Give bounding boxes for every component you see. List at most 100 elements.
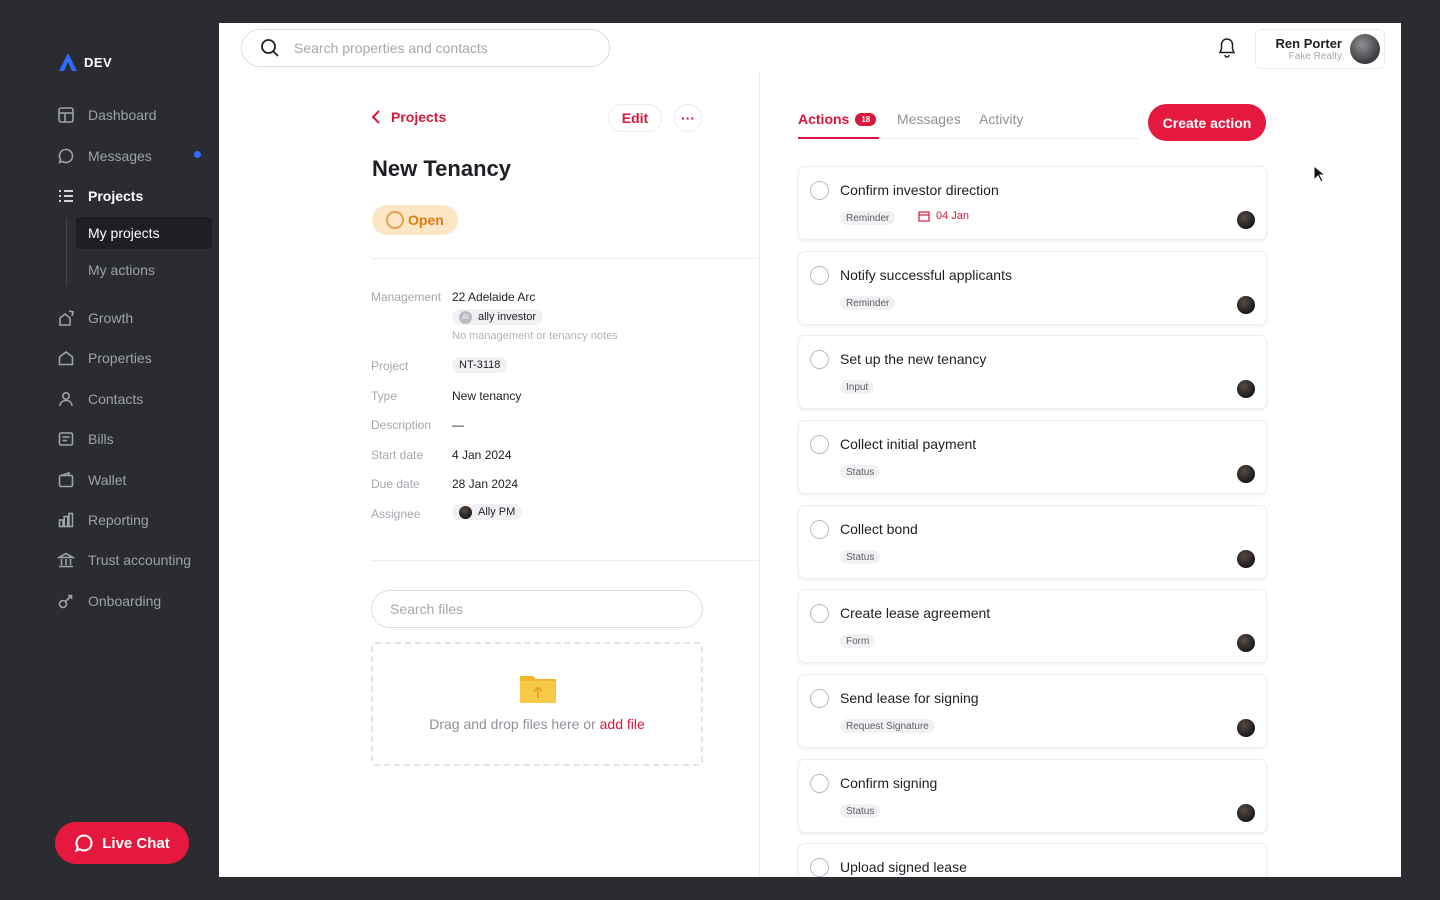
complete-checkbox[interactable] bbox=[810, 774, 829, 793]
action-card[interactable]: Collect bond Status bbox=[798, 505, 1267, 579]
sidebar-item-label: Onboarding bbox=[88, 593, 162, 609]
add-file-link[interactable]: add file bbox=[600, 716, 645, 732]
bar-chart-icon bbox=[56, 510, 76, 530]
complete-checkbox[interactable] bbox=[810, 350, 829, 369]
field-label-project: Project bbox=[371, 359, 409, 373]
assignee-chip[interactable]: Ally PM bbox=[452, 504, 523, 520]
field-label-description: Description bbox=[371, 418, 432, 432]
complete-checkbox[interactable] bbox=[810, 435, 829, 454]
action-type-tag: Status bbox=[840, 804, 881, 818]
field-label-start-date: Start date bbox=[371, 448, 424, 462]
investor-chip[interactable]: AI ally investor bbox=[452, 309, 544, 325]
avatar bbox=[1237, 211, 1255, 229]
sidebar-item-wallet[interactable]: Wallet bbox=[56, 466, 126, 494]
sidebar-item-onboarding[interactable]: Onboarding bbox=[56, 587, 161, 615]
avatar bbox=[1237, 634, 1255, 652]
user-name: Ren Porter bbox=[1275, 36, 1342, 51]
action-card[interactable]: Create lease agreement Form bbox=[798, 589, 1267, 663]
sidebar-item-contacts[interactable]: Contacts bbox=[56, 385, 143, 413]
growth-icon bbox=[56, 308, 76, 328]
action-title: Set up the new tenancy bbox=[840, 351, 987, 367]
sidebar-item-reporting[interactable]: Reporting bbox=[56, 506, 149, 534]
sidebar-item-label: Growth bbox=[88, 310, 134, 326]
back-to-projects-link[interactable]: Projects bbox=[371, 109, 446, 125]
sidebar-item-label: Wallet bbox=[88, 472, 127, 488]
action-type-tag: Request Signature bbox=[840, 719, 935, 733]
field-label-assignee: Assignee bbox=[371, 507, 421, 521]
action-title: Notify successful applicants bbox=[840, 267, 1012, 283]
user-menu[interactable]: Ren Porter Fake Realty bbox=[1254, 29, 1385, 69]
status-badge[interactable]: Open bbox=[372, 205, 458, 235]
create-action-button[interactable]: Create action bbox=[1148, 104, 1266, 141]
sidebar-item-label: Dashboard bbox=[88, 107, 157, 123]
complete-checkbox[interactable] bbox=[810, 181, 829, 200]
complete-checkbox[interactable] bbox=[810, 520, 829, 539]
dropzone-text: Drag and drop files here or add file bbox=[373, 716, 701, 732]
complete-checkbox[interactable] bbox=[810, 858, 829, 877]
field-value-type: New tenancy bbox=[452, 389, 522, 403]
field-value-management[interactable]: 22 Adelaide Arc bbox=[452, 290, 535, 304]
file-dropzone[interactable]: Drag and drop files here or add file bbox=[371, 642, 703, 766]
edit-button[interactable]: Edit bbox=[608, 104, 662, 132]
user-org: Fake Realty bbox=[1288, 51, 1342, 62]
onboarding-icon bbox=[56, 591, 76, 611]
field-value-due-date: 28 Jan 2024 bbox=[452, 477, 519, 491]
sidebar-item-label: Projects bbox=[88, 188, 144, 204]
action-card[interactable]: Send lease for signing Request Signature bbox=[798, 674, 1267, 748]
sidebar: DEV Dashboard Messages Projects My proje… bbox=[0, 0, 219, 900]
sidebar-item-trust-accounting[interactable]: Trust accounting bbox=[56, 546, 191, 574]
sidebar-subitem-my-actions[interactable]: My actions bbox=[76, 254, 212, 286]
logo[interactable]: DEV bbox=[58, 52, 112, 72]
subnav-line bbox=[66, 218, 67, 286]
search-input[interactable]: Search properties and contacts bbox=[241, 29, 610, 67]
search-icon bbox=[261, 39, 279, 57]
sidebar-item-properties[interactable]: Properties bbox=[56, 344, 152, 372]
sidebar-item-label: Trust accounting bbox=[88, 552, 191, 568]
file-search-input[interactable]: Search files bbox=[371, 590, 703, 628]
tab-messages[interactable]: Messages bbox=[897, 111, 961, 127]
avatar bbox=[1237, 550, 1255, 568]
person-icon bbox=[56, 389, 76, 409]
logo-text: DEV bbox=[84, 54, 113, 70]
notification-bell-icon[interactable] bbox=[1217, 37, 1237, 64]
sidebar-item-bills[interactable]: Bills bbox=[56, 425, 114, 453]
complete-checkbox[interactable] bbox=[810, 266, 829, 285]
folder-upload-icon bbox=[520, 676, 556, 703]
bank-icon bbox=[56, 550, 76, 570]
action-title: Upload signed lease bbox=[840, 859, 967, 875]
action-card[interactable]: Set up the new tenancy Input bbox=[798, 335, 1267, 409]
action-type-tag: Input bbox=[840, 380, 875, 394]
sidebar-item-label: Messages bbox=[88, 148, 152, 164]
action-card[interactable]: Notify successful applicants Reminder bbox=[798, 251, 1267, 325]
home-icon bbox=[56, 348, 76, 368]
calendar-icon bbox=[918, 211, 930, 222]
chat-bubble-icon bbox=[75, 834, 93, 853]
main-window: Search properties and contacts Ren Porte… bbox=[219, 23, 1401, 877]
avatar bbox=[1237, 296, 1255, 314]
more-options-button[interactable]: ··· bbox=[674, 104, 702, 132]
assignee-name: Ally PM bbox=[478, 506, 516, 518]
sidebar-item-dashboard[interactable]: Dashboard bbox=[56, 101, 157, 129]
complete-checkbox[interactable] bbox=[810, 689, 829, 708]
active-tab-indicator bbox=[798, 137, 879, 139]
action-card[interactable]: Upload signed lease bbox=[798, 843, 1267, 877]
tab-activity[interactable]: Activity bbox=[979, 111, 1023, 127]
live-chat-button[interactable]: Live Chat bbox=[55, 822, 189, 864]
action-type-tag: Reminder bbox=[840, 211, 896, 225]
management-notes: No management or tenancy notes bbox=[452, 330, 618, 342]
dropzone-instructions: Drag and drop files here or bbox=[429, 716, 600, 732]
sidebar-item-growth[interactable]: Growth bbox=[56, 304, 133, 332]
avatar bbox=[1237, 719, 1255, 737]
tab-actions[interactable]: Actions 18 bbox=[798, 111, 877, 127]
complete-checkbox[interactable] bbox=[810, 604, 829, 623]
logo-icon bbox=[59, 53, 77, 71]
action-card[interactable]: Confirm signing Status bbox=[798, 759, 1267, 833]
sidebar-subitem-my-projects[interactable]: My projects bbox=[76, 217, 212, 249]
back-label: Projects bbox=[391, 109, 447, 125]
action-title: Create lease agreement bbox=[840, 605, 991, 621]
status-label: Open bbox=[408, 212, 444, 228]
sidebar-item-messages[interactable]: Messages bbox=[56, 142, 152, 170]
sidebar-item-projects[interactable]: Projects bbox=[56, 182, 143, 210]
action-card[interactable]: Confirm investor direction Reminder 04 J… bbox=[798, 166, 1267, 240]
action-card[interactable]: Collect initial payment Status bbox=[798, 420, 1267, 494]
